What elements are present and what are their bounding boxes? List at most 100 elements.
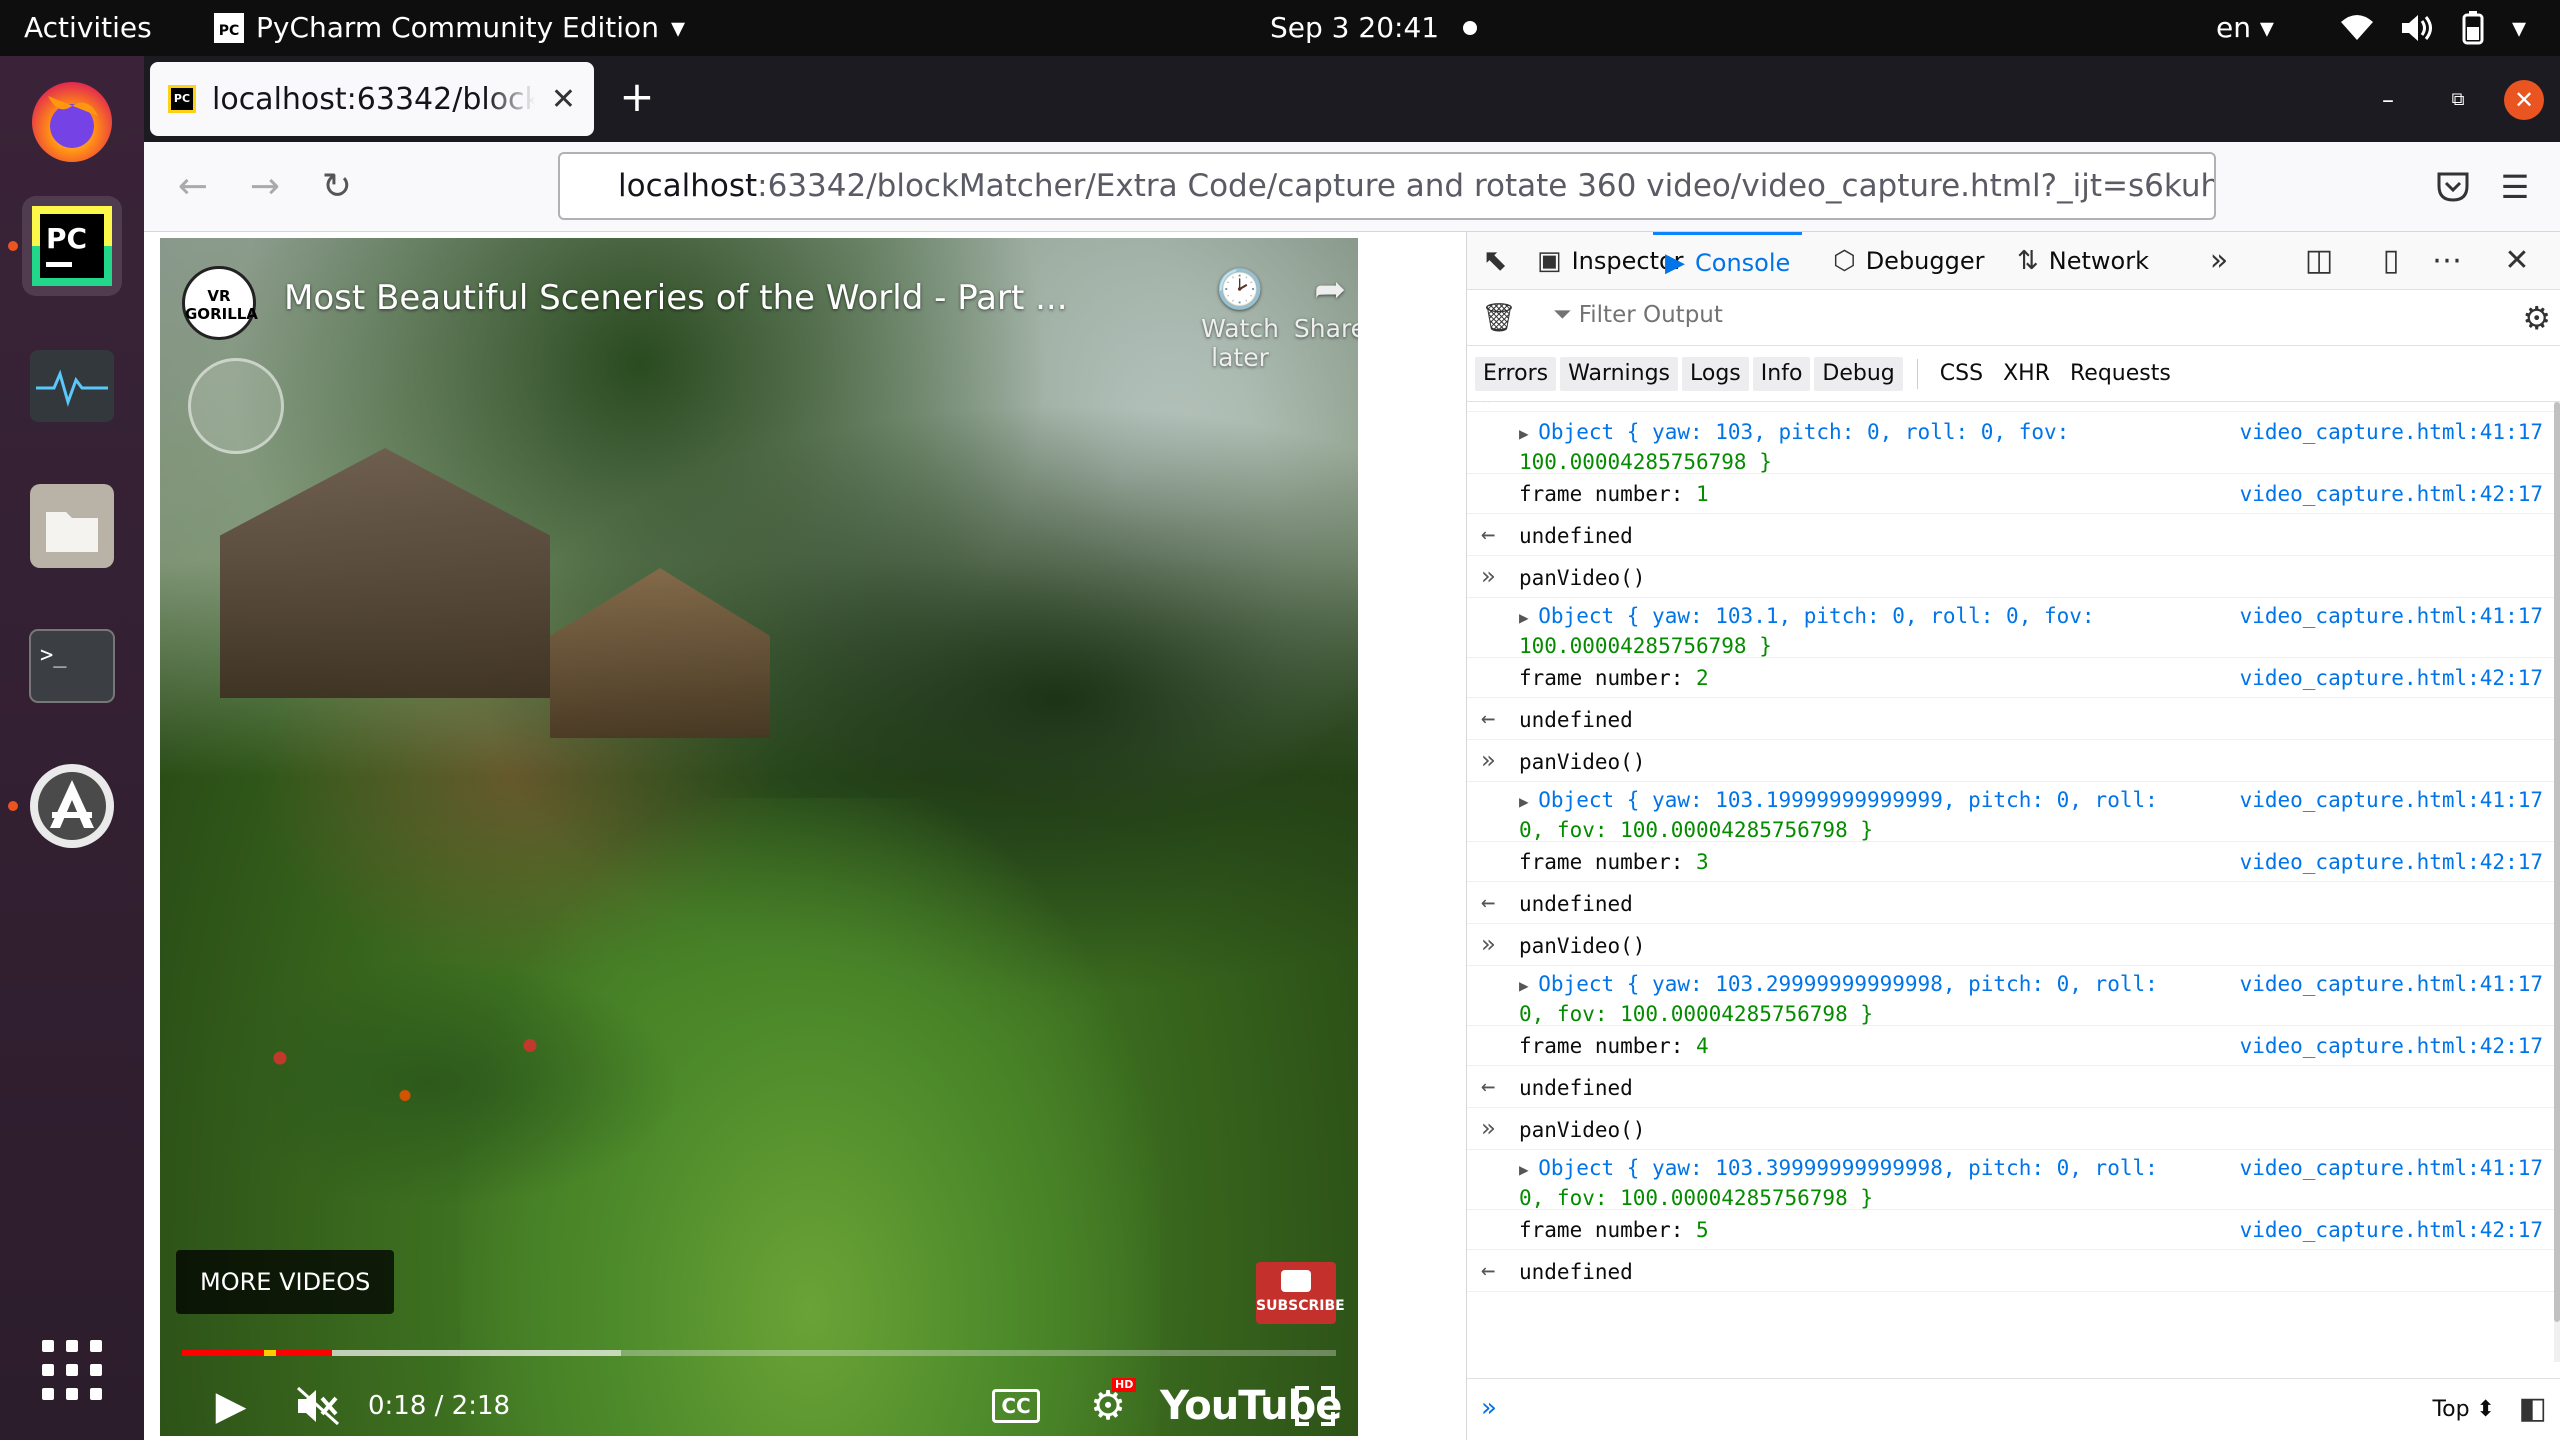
new-tab-button[interactable]: +: [614, 76, 660, 122]
activities-button[interactable]: Activities: [24, 0, 152, 56]
youtube-360-video-player[interactable]: VR GORILLA Most Beautiful Sceneries of t…: [160, 238, 1358, 1436]
filter-warnings[interactable]: Warnings: [1560, 356, 1679, 391]
settings-button[interactable]: ⚙ HD: [1078, 1376, 1138, 1436]
responsive-design-icon[interactable]: ▯: [2371, 232, 2411, 290]
clear-console-trash-icon[interactable]: 🗑: [1481, 290, 1517, 346]
filter-requests[interactable]: Requests: [2062, 357, 2179, 391]
system-monitor-icon: [30, 350, 114, 422]
pocket-icon[interactable]: [2436, 170, 2470, 204]
source-link[interactable]: video_capture.html:42:17: [2240, 1026, 2543, 1060]
filter-errors[interactable]: Errors: [1475, 356, 1557, 391]
frame-number-value: 5: [1696, 1218, 1709, 1242]
app-menu-label: PyCharm Community Edition: [256, 11, 659, 44]
dock-terminal[interactable]: >_: [22, 616, 122, 716]
source-link[interactable]: video_capture.html:41:17: [2240, 966, 2543, 998]
logged-object[interactable]: Object { yaw: 103.29999999999998, pitch:…: [1538, 972, 2158, 996]
source-link[interactable]: video_capture.html:42:17: [2240, 658, 2543, 692]
filter-debug[interactable]: Debug: [1814, 356, 1903, 391]
video-title[interactable]: Most Beautiful Sceneries of the World - …: [284, 278, 1068, 318]
filter-xhr[interactable]: XHR: [1995, 357, 2058, 391]
more-options-icon[interactable]: ⋯: [2427, 232, 2467, 290]
hamburger-menu-icon[interactable]: ☰: [2492, 164, 2538, 210]
console-output[interactable]: » ▶ Object { yaw: 103, pitch: 0, roll: 0,…: [1467, 402, 2560, 1362]
subscribe-button[interactable]: SUBSCRIBE: [1256, 1262, 1345, 1324]
editor-mode-icon[interactable]: ◧: [2519, 1391, 2547, 1426]
svg-text:>_: >_: [40, 643, 67, 668]
system-tray[interactable]: ▾: [2340, 0, 2526, 56]
tab-console[interactable]: ▶ Console: [1653, 232, 1803, 290]
command-text[interactable]: panVideo(): [1519, 924, 2279, 960]
source-link[interactable]: video_capture.html:41:17: [2240, 782, 2543, 814]
play-button[interactable]: ▶: [206, 1376, 256, 1436]
command-text[interactable]: panVideo(): [1519, 740, 2279, 776]
dock-files[interactable]: [22, 476, 122, 576]
fullscreen-button[interactable]: [1290, 1376, 1340, 1436]
mute-button[interactable]: [288, 1376, 348, 1436]
expand-triangle-icon[interactable]: ▶: [1519, 976, 1538, 995]
source-link[interactable]: video_capture.html:42:17: [2240, 474, 2543, 508]
tab-debugger[interactable]: ⬡ Debugger: [1833, 232, 1985, 290]
tab-close-icon[interactable]: ✕: [551, 82, 576, 117]
window-close-button[interactable]: ✕: [2504, 80, 2544, 120]
clock[interactable]: Sep 3 20:41: [1270, 0, 1478, 56]
console-settings-gear-icon[interactable]: ⚙: [2522, 290, 2551, 346]
tab-network[interactable]: ⇅ Network: [2017, 232, 2149, 290]
share-label: Share: [1293, 314, 1358, 343]
console-row-command: » panVideo(): [1467, 1108, 2557, 1150]
console-input[interactable]: » Top ⬍ ◧: [1467, 1378, 2560, 1440]
chevron-down-icon: ▾: [670, 11, 685, 44]
console-level-filters: Errors Warnings Logs Info Debug CSS XHR …: [1467, 346, 2560, 402]
filter-css[interactable]: CSS: [1932, 357, 1991, 391]
expand-triangle-icon[interactable]: ▶: [1519, 424, 1538, 443]
source-link[interactable]: video_capture.html:41:17: [2240, 414, 2543, 446]
share-button[interactable]: ➦ Share: [1290, 264, 1358, 343]
minimize-button[interactable]: –: [2368, 80, 2408, 120]
back-button[interactable]: ←: [170, 164, 216, 210]
expand-triangle-icon[interactable]: ▶: [1519, 608, 1538, 627]
360-pan-control[interactable]: [188, 358, 284, 454]
more-tools-chevron-icon[interactable]: »: [2199, 232, 2239, 290]
watch-later-button[interactable]: 🕑 Watch later: [1180, 264, 1300, 372]
context-selector[interactable]: Top ⬍: [2432, 1397, 2495, 1422]
dock-side-icon[interactable]: ◫: [2299, 232, 2339, 290]
app-menu[interactable]: PC PyCharm Community Edition ▾: [214, 0, 685, 56]
url-bar[interactable]: localhost:63342/blockMatcher/Extra Code/…: [558, 152, 2216, 220]
captions-button[interactable]: CC: [986, 1376, 1046, 1436]
filter-output-input[interactable]: ⏷ Filter Output: [1553, 302, 1723, 328]
language-selector[interactable]: en ▾: [2216, 0, 2274, 56]
browser-tab[interactable]: PC localhost:63342/blockMatcher ✕: [150, 62, 594, 136]
show-applications-button[interactable]: [22, 1320, 122, 1420]
forward-button[interactable]: →: [242, 164, 288, 210]
console-scrollbar[interactable]: [2554, 402, 2560, 1362]
logged-object[interactable]: Object { yaw: 103.39999999999998, pitch:…: [1538, 1156, 2158, 1180]
expand-triangle-icon[interactable]: ▶: [1519, 1160, 1538, 1179]
restore-button[interactable]: ⧉: [2438, 80, 2478, 120]
command-text[interactable]: panVideo(): [1519, 556, 2279, 592]
logged-object[interactable]: Object { yaw: 103, pitch: 0, roll: 0, fo…: [1538, 420, 2069, 444]
dock-firefox[interactable]: [22, 70, 122, 170]
youtube-logo[interactable]: YouTube: [1160, 1376, 1342, 1436]
channel-logo[interactable]: VR GORILLA: [182, 266, 258, 340]
filter-info[interactable]: Info: [1752, 356, 1811, 391]
devtools-panel: ⬉ ▣ Inspector ▶ Console ⬡ Debugger ⇅ Network…: [1466, 232, 2560, 1440]
command-text[interactable]: panVideo(): [1519, 1108, 2279, 1144]
logged-object[interactable]: Object { yaw: 103.1, pitch: 0, roll: 0, …: [1538, 604, 2094, 628]
dock-pycharm[interactable]: PC: [8, 196, 122, 296]
expand-triangle-icon[interactable]: ▶: [1519, 792, 1538, 811]
devtools-close-icon[interactable]: ✕: [2497, 232, 2537, 290]
element-picker-icon[interactable]: ⬉: [1475, 232, 1515, 290]
more-videos-button[interactable]: MORE VIDEOS: [176, 1250, 395, 1314]
video-controls: ▶ 0:18 / 2:18 CC ⚙ HD YouTube: [160, 1376, 1358, 1436]
video-progress-bar[interactable]: [182, 1350, 1336, 1356]
reload-button[interactable]: ↻: [314, 164, 360, 210]
dock-software-updater[interactable]: [8, 756, 122, 856]
dock-system-monitor[interactable]: [22, 336, 122, 436]
source-link[interactable]: video_capture.html:42:17: [2240, 842, 2543, 876]
source-link[interactable]: video_capture.html:42:17: [2240, 1210, 2543, 1244]
filter-logs[interactable]: Logs: [1682, 356, 1749, 391]
battery-icon: [2462, 11, 2484, 45]
source-link[interactable]: video_capture.html:41:17: [2240, 598, 2543, 630]
logged-object[interactable]: Object { yaw: 103.19999999999999, pitch:…: [1538, 788, 2158, 812]
source-link[interactable]: video_capture.html:41:17: [2240, 1150, 2543, 1182]
result-arrow-icon: ←: [1481, 1256, 1496, 1284]
